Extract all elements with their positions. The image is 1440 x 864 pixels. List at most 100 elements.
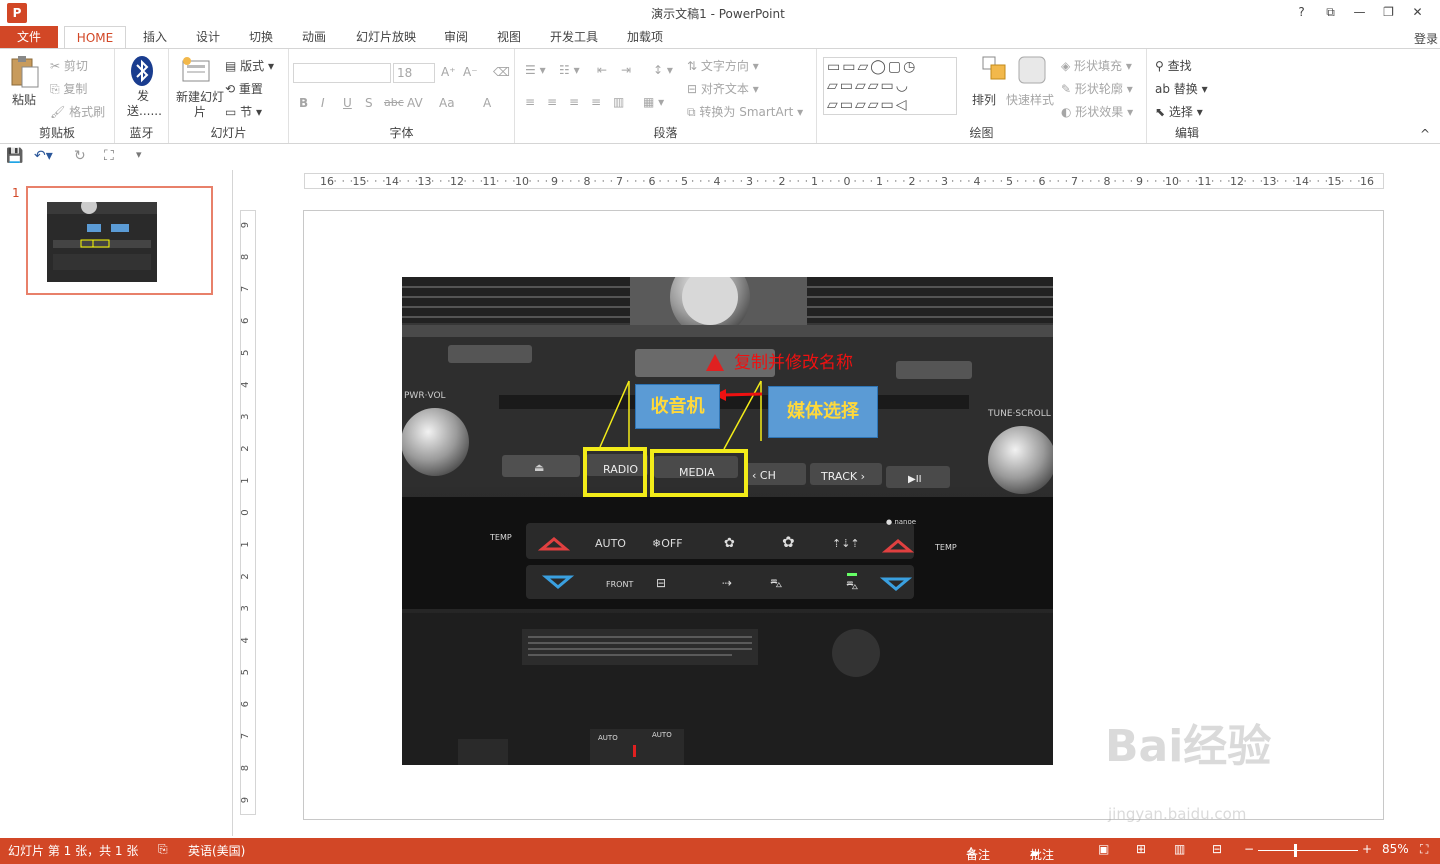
collapse-ribbon-icon[interactable]: ^	[1420, 127, 1430, 141]
close-button[interactable]: ✕	[1403, 3, 1432, 21]
change-case-button[interactable]: Aa	[439, 96, 455, 110]
ruler-dot	[667, 180, 669, 182]
decrease-indent-icon[interactable]: ⇤	[597, 63, 607, 77]
format-painter-button[interactable]: 🖌 格式刷	[50, 103, 105, 120]
ribbon: 粘贴 ✂ 剪切 ⎘ 复制 🖌 格式刷 剪贴板 发送...... 蓝牙 新建幻灯片…	[0, 48, 1440, 144]
slide-thumbnail[interactable]	[26, 186, 213, 295]
line-spacing-icon[interactable]: ↕ ▾	[653, 63, 673, 77]
tab-insert[interactable]: 插入	[136, 26, 174, 48]
zoom-slider-thumb[interactable]	[1294, 844, 1297, 857]
media-callout[interactable]: 媒体选择	[768, 386, 878, 438]
shape-effects-button[interactable]: ◐ 形状效果 ▾	[1061, 103, 1133, 120]
ribbon-display-button[interactable]: ⧉	[1316, 3, 1345, 21]
increase-indent-icon[interactable]: ⇥	[621, 63, 631, 77]
shrink-font-button[interactable]: A⁻	[463, 65, 478, 79]
strikethrough-button[interactable]: abc	[384, 96, 404, 109]
spelling-check-icon[interactable]: ⎘	[158, 842, 168, 857]
tab-animations[interactable]: 动画	[295, 26, 333, 48]
paste-icon[interactable]	[8, 55, 42, 91]
tab-slideshow[interactable]: 幻灯片放映	[349, 26, 423, 48]
radio-callout[interactable]: 收音机	[635, 384, 720, 429]
ruler-dot	[561, 180, 564, 182]
bold-button[interactable]: B	[299, 96, 308, 110]
tab-file[interactable]: 文件	[0, 26, 58, 48]
normal-view-icon[interactable]: ▣	[1098, 842, 1109, 856]
zoom-in-button[interactable]: +	[1362, 842, 1372, 856]
new-slide-button[interactable]: 新建幻灯片	[175, 90, 225, 120]
char-spacing-button[interactable]: AV	[407, 96, 423, 110]
tab-design[interactable]: 设计	[189, 26, 227, 48]
bluetooth-icon[interactable]	[130, 55, 154, 90]
customize-qat-icon[interactable]: ▾	[136, 148, 142, 161]
tab-addins[interactable]: 加载项	[620, 26, 670, 48]
ruler-tick-label: 7	[616, 175, 623, 188]
login-link[interactable]: 登录	[1414, 30, 1438, 47]
redo-icon[interactable]: ↻	[74, 148, 86, 164]
shape-outline-button[interactable]: ✎ 形状轮廓 ▾	[1061, 80, 1133, 97]
arrange-icon[interactable]	[981, 55, 1009, 86]
minimize-button[interactable]: —	[1345, 3, 1374, 21]
layout-icon: ▤	[225, 59, 241, 73]
bluetooth-send-button[interactable]: 发送......	[127, 89, 162, 119]
italic-button[interactable]: I	[321, 96, 325, 110]
columns-icon[interactable]: ▦ ▾	[643, 95, 664, 109]
text-direction-button[interactable]: ⇅ 文字方向 ▾	[687, 57, 759, 74]
find-button[interactable]: ⚲ 查找	[1155, 57, 1192, 74]
tab-view[interactable]: 视图	[490, 26, 528, 48]
arrange-button[interactable]: 排列	[972, 91, 996, 108]
cut-button[interactable]: ✂ 剪切	[50, 57, 88, 74]
layout-button[interactable]: ▤ 版式 ▾	[225, 57, 274, 74]
tab-transitions[interactable]: 切换	[242, 26, 280, 48]
help-button[interactable]: ?	[1287, 3, 1316, 21]
paste-button[interactable]: 粘贴	[12, 91, 36, 108]
rename-annotation[interactable]: 复制并修改名称	[734, 348, 853, 373]
ruler-tick-label: 9	[1136, 175, 1143, 188]
align-left-icon[interactable]: ≡	[525, 95, 535, 109]
zoom-out-button[interactable]: −	[1244, 842, 1254, 856]
baidu-watermark-url: jingyan.baidu.com	[1108, 805, 1247, 823]
grow-font-button[interactable]: A⁺	[441, 65, 456, 79]
section-button[interactable]: ▭ 节 ▾	[225, 103, 262, 120]
quick-styles-icon[interactable]	[1017, 55, 1047, 88]
restore-button[interactable]: ❐	[1374, 3, 1403, 21]
start-presentation-icon[interactable]: ⛶	[104, 148, 114, 164]
smartart-button[interactable]: ⧉ 转换为 SmartArt ▾	[687, 103, 803, 120]
distributed-icon[interactable]: ▥	[613, 95, 624, 109]
shadow-button[interactable]: S	[365, 96, 373, 110]
quick-styles-button[interactable]: 快速样式	[1006, 91, 1054, 108]
reading-view-icon[interactable]: ▥	[1174, 842, 1185, 856]
slideshow-icon[interactable]: ⊟	[1212, 842, 1222, 856]
align-center-icon[interactable]: ≡	[547, 95, 557, 109]
slide-sorter-icon[interactable]: ⊞	[1136, 842, 1146, 856]
select-button[interactable]: ⬉ 选择 ▾	[1155, 103, 1203, 120]
zoom-slider-track[interactable]	[1258, 850, 1358, 851]
ruler-dot	[1187, 180, 1189, 182]
fit-slide-icon[interactable]: ⛶	[1420, 842, 1428, 857]
copy-button[interactable]: ⎘ 复制	[50, 80, 87, 97]
format-painter-label: 格式刷	[69, 105, 106, 119]
underline-button[interactable]: U	[343, 96, 352, 110]
ruler-tick-label: 4	[714, 175, 721, 188]
save-icon[interactable]: 💾	[6, 148, 23, 164]
justify-icon[interactable]: ≡	[591, 95, 601, 109]
align-text-button[interactable]: ⊟ 对齐文本 ▾	[687, 80, 759, 97]
tab-home[interactable]: HOME	[64, 26, 126, 49]
zoom-level[interactable]: 85%	[1382, 842, 1409, 856]
bullets-icon[interactable]: ☰ ▾	[525, 63, 546, 77]
font-color-button[interactable]: A	[483, 96, 491, 110]
undo-icon[interactable]: ↶▾	[34, 148, 53, 164]
clear-format-icon[interactable]: ⌫	[493, 65, 510, 79]
new-slide-icon[interactable]	[181, 55, 211, 88]
shapes-gallery[interactable]: ▭▭▱◯▢◷ ▱▭▱▱▭◡ ▱▭▱▱▭◁	[823, 57, 957, 115]
tab-developer[interactable]: 开发工具	[543, 26, 605, 48]
align-right-icon[interactable]: ≡	[569, 95, 579, 109]
replace-button[interactable]: ab 替换 ▾	[1155, 80, 1208, 97]
numbering-icon[interactable]: ☷ ▾	[559, 63, 580, 77]
shape-fill-button[interactable]: ◈ 形状填充 ▾	[1061, 57, 1132, 74]
font-name-combo[interactable]	[293, 63, 391, 83]
ruler-dot	[691, 180, 694, 182]
reset-button[interactable]: ⟲ 重置	[225, 80, 263, 97]
tab-review[interactable]: 审阅	[437, 26, 475, 48]
font-size-combo[interactable]: 18	[393, 63, 435, 83]
language-status[interactable]: 英语(美国)	[188, 842, 245, 859]
